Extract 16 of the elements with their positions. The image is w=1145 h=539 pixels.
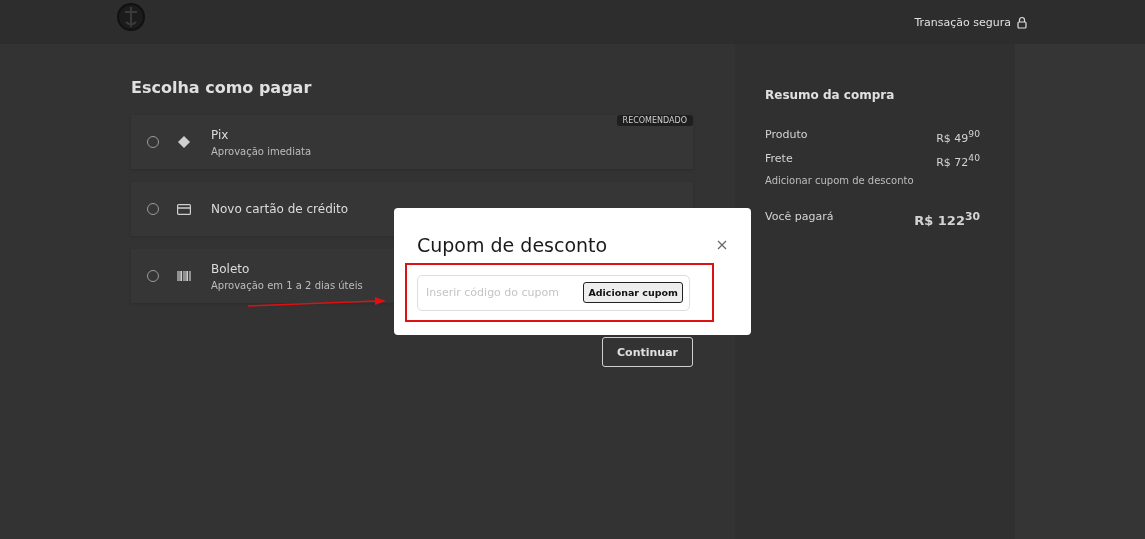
option-detail: Aprovação em 1 a 2 dias úteis xyxy=(211,279,363,291)
option-name: Boleto xyxy=(211,261,251,276)
line-price: R$ 49$^{90}$ xyxy=(936,128,980,145)
line-label: Produto xyxy=(765,128,808,143)
total-price: R$ 122$^{30}$ xyxy=(914,210,980,229)
option-detail: Aprovação imediata xyxy=(211,145,312,157)
line-price: R$ 72$^{40}$ xyxy=(936,151,980,169)
recommended-tag: RECOMENDADO xyxy=(616,115,693,126)
total-label: Você pagará xyxy=(765,210,834,226)
page-title: Escolha como pagar xyxy=(131,78,313,97)
secure-transaction-label: Transação segura xyxy=(914,15,1011,29)
dialog-title: Cupom de desconto xyxy=(417,234,608,256)
option-name: Novo cartão de crédito xyxy=(211,202,349,216)
line-label: Frete xyxy=(765,151,793,167)
summary-title: Resumo da compra xyxy=(765,88,896,102)
option-name: Pix xyxy=(211,127,230,142)
